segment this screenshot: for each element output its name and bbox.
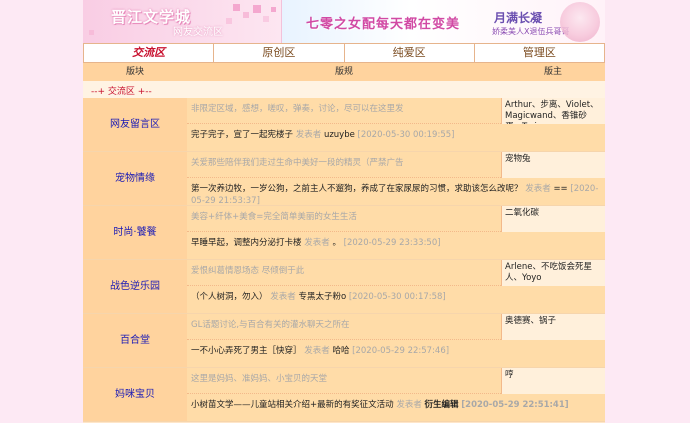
latest-post: 第一次养边牧，一岁公狗，之前主人不遛狗，养成了在家尿尿的习惯，求助该怎么改呢？ …	[187, 178, 605, 205]
pixel-decoration	[226, 18, 232, 24]
posted-by-label: 发表者	[396, 400, 422, 410]
forum-list: 网友留言区 非限定区域，感想，嗟叹，弹奏，讨论，尽可以在这里发 Arthur、步…	[83, 98, 605, 422]
board-cell: 妈咪宝贝	[83, 368, 187, 421]
posted-by-label: 发表者	[295, 130, 322, 140]
forum-row: 网友留言区 非限定区域，感想，嗟叹，弹奏，讨论，尽可以在这里发 Arthur、步…	[83, 98, 605, 152]
latest-post-author[interactable]: 专黑太子粉o	[298, 292, 346, 302]
board-moderators: 二氧化碳	[501, 206, 605, 232]
board-rules: 关爱那些陪伴我们走过生命中美好一段的精灵（严禁广告	[187, 152, 501, 178]
forum-table-header: 版块 版规 版主	[83, 63, 605, 81]
latest-post-time: [2020-05-30 00:19:55]	[357, 130, 455, 140]
latest-post-author[interactable]: 哈哈	[332, 346, 349, 356]
board-link[interactable]: 百合堂	[83, 314, 187, 367]
ad-banner[interactable]: 七零之女配每天都在变美 月满长凝 娇柔美人X退伍兵哥哥	[281, 0, 605, 43]
forum-row: 宠物情缘 关爱那些陪伴我们走过生命中美好一段的精灵（严禁广告 宠物兔 第一次养边…	[83, 152, 605, 206]
latest-post: 完子完子，宣了一起宪楼子 发表者 uzuybe [2020-05-30 00:1…	[187, 124, 605, 151]
ad-author: 月满长凝	[494, 11, 543, 25]
nav-tab-communication[interactable]: 交流区	[84, 44, 215, 62]
nav-tab-original[interactable]: 原创区	[214, 44, 345, 62]
posted-by-label: 发表者	[304, 238, 330, 248]
board-moderators: 宠物兔	[501, 152, 605, 178]
board-rules: 非限定区域，感想，嗟叹，弹奏，讨论，尽可以在这里发	[187, 98, 501, 124]
latest-post-title[interactable]: 第一次养边牧，一岁公狗，之前主人不遛狗，养成了在家尿尿的习惯，求助该怎么改呢？	[191, 184, 523, 194]
latest-post-title[interactable]: 早睡早起，调整内分泌打卡楼	[191, 238, 302, 248]
pixel-decoration	[243, 12, 249, 18]
header-board: 版块	[125, 67, 144, 77]
board-moderators: 哼	[501, 368, 605, 394]
latest-post-time: [2020-05-29 22:51:41]	[461, 400, 569, 410]
board-rules: 爱恨纠葛情恩场态 尽倾倒于此	[187, 260, 501, 286]
board-moderators: Arlene、不吃饭会死星人、Yoyo	[501, 260, 605, 286]
latest-post-title[interactable]: （个人树洞，勿入）	[191, 292, 268, 302]
category-nav: 交流区 原创区 纯爱区 管理区	[83, 43, 605, 63]
pixel-decoration	[89, 30, 94, 35]
latest-post-author[interactable]: 衍生编辑	[425, 400, 459, 410]
board-link[interactable]: 宠物情缘	[83, 152, 187, 205]
latest-post-title[interactable]: 完子完子，宣了一起宪楼子	[191, 130, 293, 140]
board-moderators: 奥德赛、锅子	[501, 314, 605, 340]
board-link[interactable]: 战色逆乐园	[83, 260, 187, 313]
board-cell: 网友留言区	[83, 98, 187, 151]
posted-by-label: 发表者	[304, 346, 330, 356]
board-rules: GL话题讨论,与百合有关的灌水聊天之所在	[187, 314, 501, 340]
header-rules: 版规	[334, 67, 353, 77]
board-link[interactable]: 妈咪宝贝	[83, 368, 187, 421]
board-link[interactable]: 网友留言区	[83, 98, 187, 151]
board-rules: 这里是妈妈、准妈妈、小宝贝的天堂	[187, 368, 501, 394]
posted-by-label: 发表者	[270, 292, 296, 302]
pixel-decoration	[271, 7, 276, 12]
latest-post-time: [2020-05-30 00:17:58]	[348, 292, 446, 302]
board-cell: 时尚·饕餮	[83, 206, 187, 259]
banner: 晋江文学城 网友交流区 七零之女配每天都在变美 月满长凝 娇柔美人X退伍兵哥哥	[83, 0, 605, 43]
forum-row: 妈咪宝贝 这里是妈妈、准妈妈、小宝贝的天堂 哼 小树苗文学——儿童站相关介绍+最…	[83, 368, 605, 422]
header-moderators: 版主	[543, 67, 562, 77]
board-moderators: Arthur、步离、Violet、Magicwand、香锥砂蛋、Taris	[501, 98, 605, 124]
latest-post: （个人树洞，勿入） 发表者 专黑太子粉o [2020-05-30 00:17:5…	[187, 286, 605, 313]
section-link-communication[interactable]: --+ 交流区 +--	[91, 84, 152, 97]
board-link[interactable]: 时尚·饕餮	[83, 206, 187, 259]
ad-character-illustration	[560, 2, 600, 42]
site-subtitle: 网友交流区	[173, 27, 223, 38]
site-logo[interactable]: 晋江文学城 网友交流区	[83, 0, 281, 43]
latest-post: 一不小心弄死了男主［快穿］ 发表者 哈哈 [2020-05-29 22:57:4…	[187, 340, 605, 367]
board-cell: 宠物情缘	[83, 152, 187, 205]
latest-post-author[interactable]: uzuybe	[324, 130, 355, 140]
posted-by-label: 发表者	[525, 184, 551, 194]
ad-book-title: 七零之女配每天都在变美	[306, 17, 461, 32]
pixel-decoration	[253, 5, 261, 13]
board-rules: 美容+纤体+美食=完全简单美丽的女生生活	[187, 206, 501, 232]
latest-post-time: [2020-05-29 22:57:46]	[352, 346, 450, 356]
latest-post-time: [2020-05-29 23:33:50]	[343, 238, 441, 248]
board-cell: 战色逆乐园	[83, 260, 187, 313]
nav-tab-admin[interactable]: 管理区	[475, 44, 604, 62]
forum-row: 百合堂 GL话题讨论,与百合有关的灌水聊天之所在 奥德赛、锅子 一不小心弄死了男…	[83, 314, 605, 368]
pixel-decoration	[233, 4, 240, 11]
page: 晋江文学城 网友交流区 七零之女配每天都在变美 月满长凝 娇柔美人X退伍兵哥哥 …	[83, 0, 605, 423]
latest-post-author[interactable]: ==	[553, 184, 567, 194]
nav-tab-danmei[interactable]: 纯爱区	[345, 44, 475, 62]
forum-row: 战色逆乐园 爱恨纠葛情恩场态 尽倾倒于此 Arlene、不吃饭会死星人、Yoyo…	[83, 260, 605, 314]
board-cell: 百合堂	[83, 314, 187, 367]
forum-row: 时尚·饕餮 美容+纤体+美食=完全简单美丽的女生生活 二氧化碳 早睡早起，调整内…	[83, 206, 605, 260]
latest-post-title[interactable]: 小树苗文学——儿童站相关介绍+最新的有奖征文活动	[191, 400, 394, 410]
ad-tagline: 娇柔美人X退伍兵哥哥	[492, 27, 570, 36]
latest-post: 早睡早起，调整内分泌打卡楼 发表者 。 [2020-05-29 23:33:50…	[187, 232, 605, 259]
pixel-decoration	[263, 16, 269, 22]
latest-post: 小树苗文学——儿童站相关介绍+最新的有奖征文活动 发表者 衍生编辑 [2020-…	[187, 394, 605, 421]
latest-post-author[interactable]: 。	[332, 238, 341, 248]
section-row: --+ 交流区 +--	[83, 81, 605, 98]
latest-post-title[interactable]: 一不小心弄死了男主［快穿］	[191, 346, 302, 356]
